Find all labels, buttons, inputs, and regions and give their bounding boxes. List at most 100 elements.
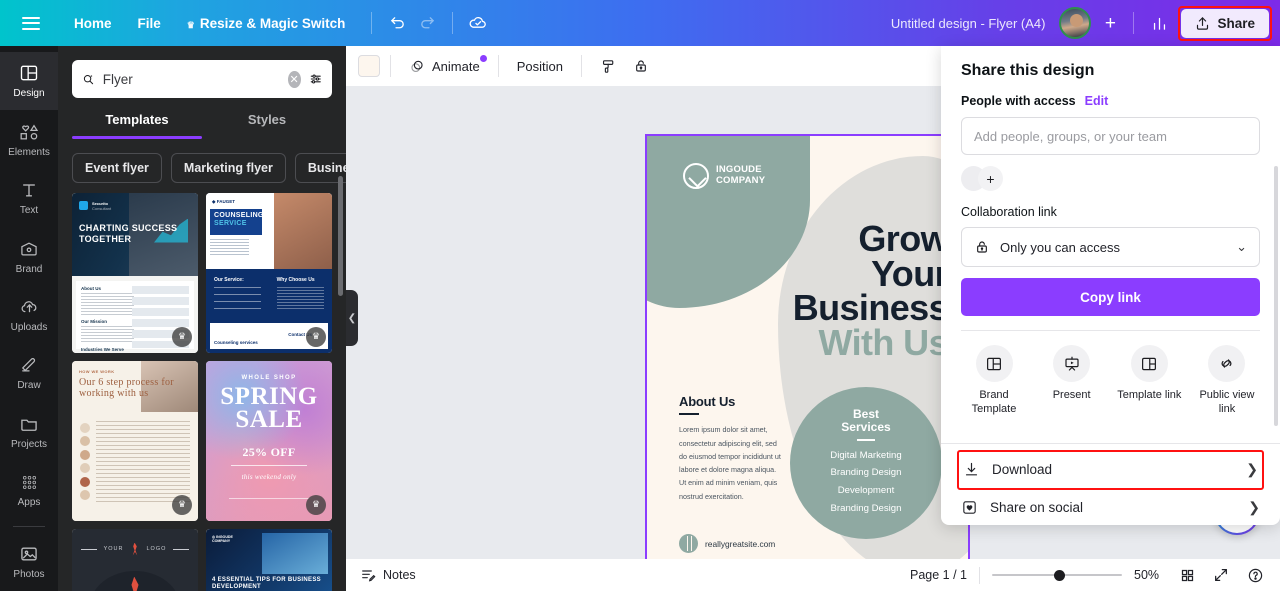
chip-event-flyer[interactable]: Event flyer — [72, 152, 162, 183]
service-item: Development — [837, 485, 895, 497]
elements-icon — [20, 124, 39, 140]
quick-action-present[interactable]: Present — [1035, 345, 1109, 417]
about-title: About Us — [679, 394, 736, 409]
share-action-share-on-social[interactable]: Share on social ❯ — [957, 490, 1264, 526]
sidebar-item-design[interactable]: Design — [0, 52, 58, 111]
undo-icon[interactable] — [382, 8, 412, 38]
template-card[interactable]: WHOLE SHOP SPRING SALE 25% OFF this weeke… — [206, 360, 332, 521]
panel-scrollbar[interactable] — [338, 176, 343, 296]
search-input[interactable] — [102, 71, 280, 87]
share-panel-title: Share this design — [961, 62, 1095, 79]
add-collaborator-button[interactable]: + — [1097, 10, 1123, 36]
new-feature-dot — [479, 54, 487, 62]
header-menu-home[interactable]: Home — [64, 10, 122, 37]
help-icon[interactable] — [1244, 564, 1266, 586]
panel-collapse-handle[interactable]: ❮ — [346, 290, 358, 346]
grid-view-icon[interactable] — [1176, 564, 1198, 586]
quick-action-brand-template[interactable]: Brand Template — [957, 345, 1031, 417]
header-menu-file[interactable]: File — [128, 10, 171, 37]
chevron-right-icon: ❯ — [1248, 499, 1260, 515]
access-level-select[interactable]: Only you can access ⌄ — [961, 227, 1260, 267]
template-offer: 25% OFF — [242, 444, 296, 459]
zoom-slider[interactable] — [992, 567, 1122, 583]
service-item: Branding Design — [830, 467, 902, 479]
hamburger-icon[interactable] — [22, 16, 40, 30]
cloud-saved-icon[interactable] — [463, 8, 493, 38]
sidebar-item-projects[interactable]: Projects — [0, 403, 58, 461]
share-button-label: Share — [1217, 15, 1255, 31]
animate-button[interactable]: Animate — [401, 53, 488, 80]
flyer-logo: INGOUDE COMPANY — [683, 163, 765, 189]
template-card[interactable]: ◆ FAUGET COUNSELING SERVICE Our Service: … — [206, 192, 332, 353]
quick-action-template-link[interactable]: Template link — [1112, 345, 1186, 417]
share-button[interactable]: Share — [1181, 8, 1269, 38]
magic-search-icon — [83, 74, 94, 84]
lock-icon — [977, 241, 987, 253]
pro-crown-icon: ♛ — [172, 494, 192, 515]
quick-action-public-view-link[interactable]: Public view link — [1190, 345, 1264, 417]
header-menu-resize-magic-switch[interactable]: ♛ Resize & Magic Switch — [177, 10, 356, 37]
template-card[interactable]: HOW WE WORK Our 6 step process for worki… — [72, 360, 198, 521]
projects-icon — [21, 419, 37, 431]
status-divider — [979, 566, 980, 584]
flyer-about-block: About Us Lorem ipsum dolor sit amet, con… — [679, 394, 782, 503]
templates-panel: ✕ Templates Styles Event flyer Marketing… — [58, 46, 346, 591]
sidebar-item-brand[interactable]: Brand — [0, 227, 58, 285]
tab-templates[interactable]: Templates — [72, 112, 202, 136]
flyer-logo-text: INGOUDE COMPANY — [716, 165, 765, 186]
status-bar: Notes Page 1 / 1 50% — [346, 559, 1280, 591]
services-title: Best Services — [841, 407, 891, 435]
sidebar-item-photos[interactable]: Photos — [0, 533, 58, 591]
tab-styles[interactable]: Styles — [202, 112, 332, 136]
app-header: Home File ♛ Resize & Magic Switch Untitle… — [0, 0, 1280, 46]
copy-link-button[interactable]: Copy link — [961, 278, 1260, 316]
fullscreen-icon[interactable] — [1210, 564, 1232, 586]
service-item: Digital Marketing — [830, 449, 902, 461]
zoom-value[interactable]: 50% — [1134, 568, 1164, 582]
brand-template-icon — [975, 345, 1013, 382]
share-action-list: Download ❯ Share on social ❯ More ❯ — [941, 444, 1280, 526]
page-indicator[interactable]: Page 1 / 1 — [910, 568, 967, 582]
share-panel: Share this design People with access Edi… — [941, 46, 1280, 525]
sidebar-item-uploads[interactable]: Uploads — [0, 286, 58, 344]
insights-icon[interactable] — [1144, 8, 1174, 38]
share-panel-body: Share this design People with access Edi… — [941, 46, 1280, 331]
design-icon — [20, 65, 38, 81]
document-title[interactable]: Untitled design - Flyer (A4) — [891, 16, 1046, 31]
edit-access-link[interactable]: Edit — [1085, 94, 1109, 108]
clear-icon[interactable]: ✕ — [287, 70, 301, 88]
redo-icon[interactable] — [412, 8, 442, 38]
template-footer: this weekend only — [241, 472, 297, 481]
color-swatch-button[interactable] — [358, 55, 380, 77]
add-people-input[interactable] — [961, 117, 1260, 155]
tab-templates-underline — [72, 136, 202, 139]
sidebar-item-apps[interactable]: Apps — [0, 461, 58, 519]
share-action-download[interactable]: Download ❯ — [959, 452, 1262, 488]
header-divider-3 — [1133, 12, 1135, 34]
sidebar-item-elements[interactable]: Elements — [0, 110, 58, 168]
share-panel-scrollbar[interactable] — [1274, 166, 1278, 426]
design-page[interactable]: INGOUDE COMPANY Grow Your Business With … — [645, 134, 970, 559]
template-title: 4 ESSENTIAL TIPS FOR BUSINESS DEVELOPMEN… — [212, 576, 321, 590]
toolbar-divider-2 — [497, 55, 499, 77]
chevron-right-icon: ❯ — [1246, 461, 1258, 477]
notes-button[interactable]: Notes — [360, 567, 416, 583]
avatar[interactable] — [1059, 7, 1092, 39]
search-box[interactable]: ✕ — [72, 60, 332, 98]
sidebar-item-draw[interactable]: Draw — [0, 344, 58, 402]
template-card[interactable]: ◎ INGOUDE COMPANY 4 ESSENTIAL TIPS FOR BU… — [206, 528, 332, 591]
add-person-icon[interactable]: + — [978, 166, 1003, 191]
zoom-slider-knob[interactable] — [1054, 569, 1065, 581]
template-card[interactable]: Securito Consultant CHARTING SUCCESS TOGE… — [72, 192, 198, 353]
animate-label: Animate — [432, 58, 480, 74]
paint-roller-button[interactable] — [592, 53, 625, 80]
sidebar-label-apps: Apps — [17, 496, 41, 508]
position-button[interactable]: Position — [509, 54, 571, 79]
sidebar-label-uploads: Uploads — [10, 322, 48, 334]
lock-button[interactable] — [625, 53, 657, 79]
template-card[interactable]: YOUR LOGO — [72, 528, 198, 591]
template-subtitle: WHOLE SHOP — [241, 374, 297, 381]
chip-marketing-flyer[interactable]: Marketing flyer — [170, 152, 286, 183]
animate-icon — [411, 60, 423, 72]
sidebar-item-text[interactable]: Text — [0, 169, 58, 227]
